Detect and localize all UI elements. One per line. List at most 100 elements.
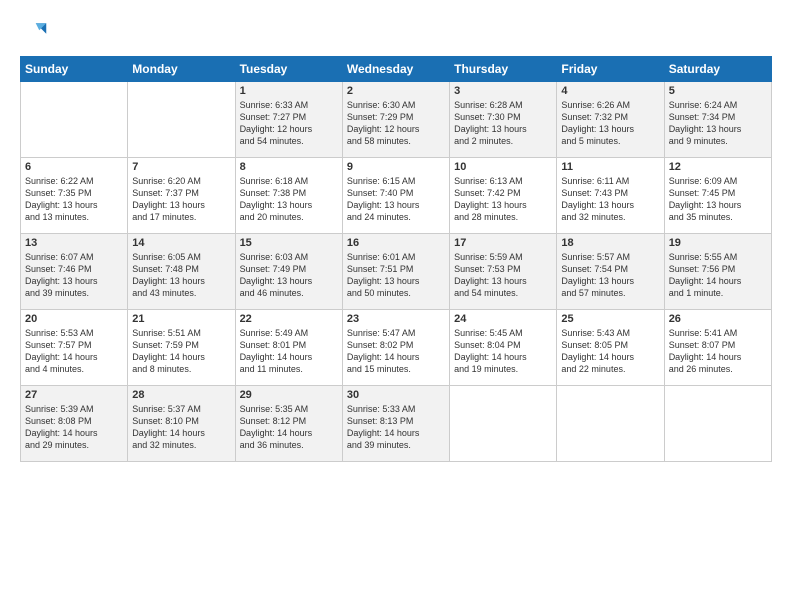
day-info: Sunrise: 6:18 AM Sunset: 7:38 PM Dayligh… [240, 175, 338, 224]
calendar-cell: 24 Sunrise: 5:45 AM Sunset: 8:04 PM Dayli… [450, 310, 557, 386]
day-number: 4 [561, 85, 659, 97]
calendar-cell: 2 Sunrise: 6:30 AM Sunset: 7:29 PM Daylig… [342, 82, 449, 158]
calendar-week-row: 1 Sunrise: 6:33 AM Sunset: 7:27 PM Daylig… [21, 82, 772, 158]
col-header-saturday: Saturday [664, 57, 771, 82]
day-number: 17 [454, 237, 552, 249]
day-number: 30 [347, 389, 445, 401]
day-number: 1 [240, 85, 338, 97]
day-info: Sunrise: 6:09 AM Sunset: 7:45 PM Dayligh… [669, 175, 767, 224]
day-number: 25 [561, 313, 659, 325]
calendar-cell: 29 Sunrise: 5:35 AM Sunset: 8:12 PM Dayli… [235, 386, 342, 462]
col-header-thursday: Thursday [450, 57, 557, 82]
day-info: Sunrise: 5:51 AM Sunset: 7:59 PM Dayligh… [132, 327, 230, 376]
day-info: Sunrise: 6:33 AM Sunset: 7:27 PM Dayligh… [240, 99, 338, 148]
day-info: Sunrise: 6:01 AM Sunset: 7:51 PM Dayligh… [347, 251, 445, 300]
calendar-cell: 19 Sunrise: 5:55 AM Sunset: 7:56 PM Dayli… [664, 234, 771, 310]
calendar-cell: 7 Sunrise: 6:20 AM Sunset: 7:37 PM Daylig… [128, 158, 235, 234]
day-info: Sunrise: 6:03 AM Sunset: 7:49 PM Dayligh… [240, 251, 338, 300]
day-number: 18 [561, 237, 659, 249]
calendar-cell: 23 Sunrise: 5:47 AM Sunset: 8:02 PM Dayli… [342, 310, 449, 386]
calendar-cell: 28Sunrise: 5:37 AM Sunset: 8:10 PM Dayli… [128, 386, 235, 462]
calendar-cell: 20Sunrise: 5:53 AM Sunset: 7:57 PM Dayli… [21, 310, 128, 386]
day-number: 2 [347, 85, 445, 97]
calendar-cell: 3 Sunrise: 6:28 AM Sunset: 7:30 PM Daylig… [450, 82, 557, 158]
day-info: Sunrise: 5:57 AM Sunset: 7:54 PM Dayligh… [561, 251, 659, 300]
day-info: Sunrise: 5:43 AM Sunset: 8:05 PM Dayligh… [561, 327, 659, 376]
calendar-cell: 27 Sunrise: 5:39 AM Sunset: 8:08 PM Dayli… [21, 386, 128, 462]
day-info: Sunrise: 6:05 AM Sunset: 7:48 PM Dayligh… [132, 251, 230, 300]
calendar-cell [450, 386, 557, 462]
day-number: 7 [132, 161, 230, 173]
day-number: 22 [240, 313, 338, 325]
day-number: 12 [669, 161, 767, 173]
calendar-cell: 6 Sunrise: 6:22 AM Sunset: 7:35 PM Daylig… [21, 158, 128, 234]
calendar-cell: 17 Sunrise: 5:59 AM Sunset: 7:53 PM Dayli… [450, 234, 557, 310]
day-number: 29 [240, 389, 338, 401]
calendar-cell: 1 Sunrise: 6:33 AM Sunset: 7:27 PM Daylig… [235, 82, 342, 158]
day-number: 14 [132, 237, 230, 249]
day-info: Sunrise: 5:35 AM Sunset: 8:12 PM Dayligh… [240, 403, 338, 452]
day-number: 15 [240, 237, 338, 249]
calendar-table: SundayMondayTuesdayWednesdayThursdayFrid… [20, 56, 772, 462]
day-number: 8 [240, 161, 338, 173]
calendar-cell: 26 Sunrise: 5:41 AM Sunset: 8:07 PM Dayli… [664, 310, 771, 386]
calendar-cell: 16 Sunrise: 6:01 AM Sunset: 7:51 PM Dayli… [342, 234, 449, 310]
day-number: 5 [669, 85, 767, 97]
calendar-cell [21, 82, 128, 158]
col-header-wednesday: Wednesday [342, 57, 449, 82]
generalblue-icon [20, 18, 48, 46]
calendar-cell: 14 Sunrise: 6:05 AM Sunset: 7:48 PM Dayli… [128, 234, 235, 310]
calendar-cell [128, 82, 235, 158]
day-number: 6 [25, 161, 123, 173]
day-number: 3 [454, 85, 552, 97]
header [20, 18, 772, 46]
calendar-cell: 13 Sunrise: 6:07 AM Sunset: 7:46 PM Dayli… [21, 234, 128, 310]
calendar-cell: 4 Sunrise: 6:26 AM Sunset: 7:32 PM Daylig… [557, 82, 664, 158]
day-info: Sunrise: 6:24 AM Sunset: 7:34 PM Dayligh… [669, 99, 767, 148]
day-number: 23 [347, 313, 445, 325]
calendar-week-row: 27 Sunrise: 5:39 AM Sunset: 8:08 PM Dayli… [21, 386, 772, 462]
day-number: 16 [347, 237, 445, 249]
day-number: 19 [669, 237, 767, 249]
day-number: 11 [561, 161, 659, 173]
day-info: Sunrise: 5:39 AM Sunset: 8:08 PM Dayligh… [25, 403, 123, 452]
logo [20, 18, 50, 46]
day-info: Sunrise: 6:22 AM Sunset: 7:35 PM Dayligh… [25, 175, 123, 224]
day-number: 13 [25, 237, 123, 249]
day-info: Sunrise: 5:55 AM Sunset: 7:56 PM Dayligh… [669, 251, 767, 300]
day-info: Sunrise: 5:37 AM Sunset: 8:10 PM Dayligh… [132, 403, 230, 452]
day-number: 26 [669, 313, 767, 325]
day-info: Sunrise: 5:41 AM Sunset: 8:07 PM Dayligh… [669, 327, 767, 376]
calendar-cell: 10 Sunrise: 6:13 AM Sunset: 7:42 PM Dayli… [450, 158, 557, 234]
day-info: Sunrise: 5:49 AM Sunset: 8:01 PM Dayligh… [240, 327, 338, 376]
calendar-cell: 9Sunrise: 6:15 AM Sunset: 7:40 PM Daylig… [342, 158, 449, 234]
day-info: Sunrise: 5:45 AM Sunset: 8:04 PM Dayligh… [454, 327, 552, 376]
day-number: 27 [25, 389, 123, 401]
day-number: 21 [132, 313, 230, 325]
day-info: Sunrise: 6:13 AM Sunset: 7:42 PM Dayligh… [454, 175, 552, 224]
calendar-header-row: SundayMondayTuesdayWednesdayThursdayFrid… [21, 57, 772, 82]
calendar-cell: 30 Sunrise: 5:33 AM Sunset: 8:13 PM Dayli… [342, 386, 449, 462]
day-number: 10 [454, 161, 552, 173]
col-header-tuesday: Tuesday [235, 57, 342, 82]
day-info: Sunrise: 6:20 AM Sunset: 7:37 PM Dayligh… [132, 175, 230, 224]
calendar-cell: 15 Sunrise: 6:03 AM Sunset: 7:49 PM Dayli… [235, 234, 342, 310]
day-number: 9 [347, 161, 445, 173]
col-header-friday: Friday [557, 57, 664, 82]
col-header-sunday: Sunday [21, 57, 128, 82]
calendar-cell: 21 Sunrise: 5:51 AM Sunset: 7:59 PM Dayli… [128, 310, 235, 386]
calendar-cell: 8 Sunrise: 6:18 AM Sunset: 7:38 PM Daylig… [235, 158, 342, 234]
day-info: Sunrise: 5:53 AM Sunset: 7:57 PM Dayligh… [25, 327, 123, 376]
day-info: Sunrise: 5:59 AM Sunset: 7:53 PM Dayligh… [454, 251, 552, 300]
calendar-cell: 5 Sunrise: 6:24 AM Sunset: 7:34 PM Daylig… [664, 82, 771, 158]
day-number: 24 [454, 313, 552, 325]
page: SundayMondayTuesdayWednesdayThursdayFrid… [0, 0, 792, 612]
calendar-week-row: 20Sunrise: 5:53 AM Sunset: 7:57 PM Dayli… [21, 310, 772, 386]
day-info: Sunrise: 6:28 AM Sunset: 7:30 PM Dayligh… [454, 99, 552, 148]
day-info: Sunrise: 5:47 AM Sunset: 8:02 PM Dayligh… [347, 327, 445, 376]
day-info: Sunrise: 6:07 AM Sunset: 7:46 PM Dayligh… [25, 251, 123, 300]
day-info: Sunrise: 6:26 AM Sunset: 7:32 PM Dayligh… [561, 99, 659, 148]
day-info: Sunrise: 5:33 AM Sunset: 8:13 PM Dayligh… [347, 403, 445, 452]
col-header-monday: Monday [128, 57, 235, 82]
day-info: Sunrise: 6:30 AM Sunset: 7:29 PM Dayligh… [347, 99, 445, 148]
